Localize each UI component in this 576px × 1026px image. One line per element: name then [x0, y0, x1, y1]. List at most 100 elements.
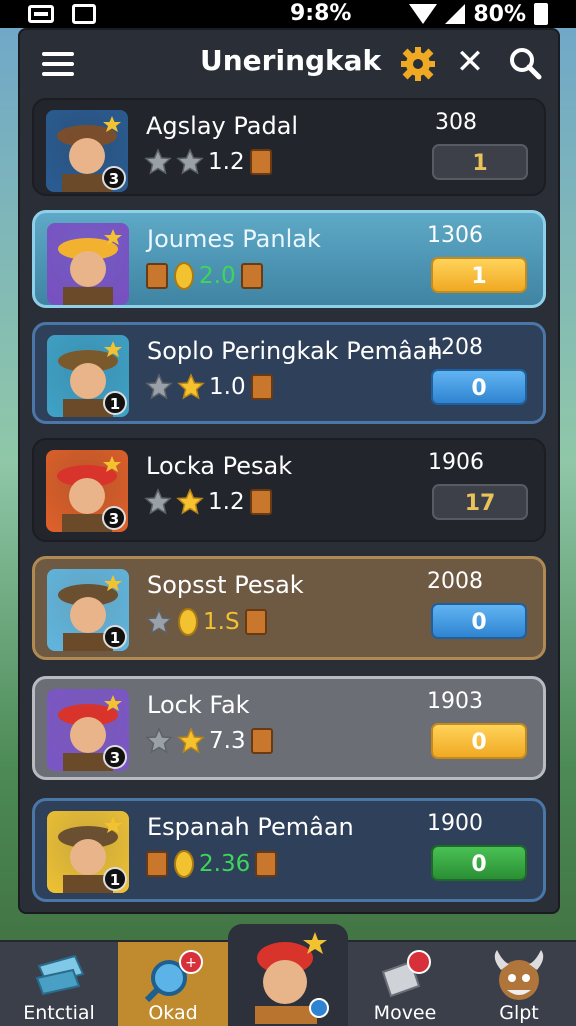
- badge-card-icon: [240, 263, 263, 289]
- player-stats: 2.0: [145, 261, 264, 291]
- coin-icon: [178, 608, 198, 636]
- player-rating: 1.2: [208, 149, 245, 175]
- stack-icon: [35, 954, 85, 996]
- page-title: Uneringkak: [200, 44, 382, 77]
- player-stats: 7.3: [145, 727, 274, 755]
- nav-item-profile[interactable]: [228, 924, 348, 1026]
- window-icon: [72, 4, 96, 24]
- player-avatar: [47, 223, 129, 305]
- avatar-icon: [255, 932, 329, 1024]
- nav-label: Okad: [148, 1002, 198, 1024]
- player-rating: 1.0: [209, 374, 246, 400]
- silver-star-icon: [145, 727, 173, 754]
- player-name: Sopsst Pesak: [147, 571, 304, 599]
- player-row[interactable]: 1 Espanah Pemâan 2.36 1900 0: [32, 798, 546, 902]
- player-stats: 1.S: [145, 607, 268, 637]
- badge-card-icon: [255, 851, 278, 877]
- close-icon[interactable]: ✕: [454, 45, 486, 79]
- toolbox-icon: [381, 950, 431, 998]
- gold-star-icon: [177, 727, 205, 754]
- player-rating: 1.2: [208, 489, 245, 515]
- battery-icon: [534, 3, 548, 25]
- player-row[interactable]: 1 Soplo Peringkak Pemâan 1.0 1208 0: [32, 322, 546, 424]
- badge-card-icon: [146, 263, 168, 289]
- gold-star-icon: [177, 373, 205, 400]
- silver-star-icon: [145, 373, 173, 400]
- battery-percent: 80%: [473, 1, 526, 27]
- player-name: Joumes Panlak: [147, 225, 321, 253]
- badge-card-icon: [249, 149, 272, 175]
- player-name: Soplo Peringkak Pemâan: [147, 337, 443, 365]
- player-value-button[interactable]: 1: [432, 144, 528, 180]
- player-stats: 1.2: [144, 488, 273, 516]
- badge-card-icon: [250, 728, 273, 754]
- player-value-button[interactable]: 0: [431, 723, 527, 759]
- player-name: Locka Pesak: [146, 452, 293, 480]
- player-value-button[interactable]: 0: [431, 369, 527, 405]
- player-value-button[interactable]: 0: [431, 603, 527, 639]
- rank-badge: 3: [103, 745, 127, 769]
- player-rating: 1.S: [203, 609, 240, 635]
- coin-icon: [174, 262, 194, 290]
- search-icon[interactable]: [508, 46, 542, 80]
- coin-icon: [174, 850, 194, 878]
- rank-badge: 1: [103, 625, 127, 649]
- player-stats: 2.36: [145, 849, 278, 879]
- player-value-button[interactable]: 17: [432, 484, 528, 520]
- rank-badge: 3: [102, 506, 126, 530]
- player-score: 308: [435, 110, 477, 135]
- rank-badge: 3: [102, 166, 126, 190]
- player-name: Espanah Pemâan: [147, 813, 354, 841]
- status-time: 9:8%: [290, 1, 352, 26]
- nav-label: Entctial: [23, 1002, 95, 1024]
- player-score: 1900: [427, 811, 483, 836]
- player-score: 1903: [427, 689, 483, 714]
- rank-badge: 1: [103, 391, 127, 415]
- nav-label: Movee: [373, 1002, 437, 1024]
- wifi-icon: [409, 4, 438, 24]
- player-stats: 1.2: [144, 148, 273, 176]
- player-score: 1208: [427, 335, 483, 360]
- nav-item-glpt[interactable]: Glpt: [462, 942, 576, 1026]
- viking-icon: [494, 950, 544, 1000]
- player-rating: 2.36: [199, 851, 251, 877]
- player-row[interactable]: 1 Sopsst Pesak 1.S 2008 0: [32, 556, 546, 660]
- bottom-navigation: Entctial + Okad Movee Glpt: [0, 924, 576, 1026]
- silver-star-icon: [176, 148, 204, 175]
- player-row[interactable]: Joumes Panlak 2.0 1306 1: [32, 210, 546, 308]
- player-value-button[interactable]: 0: [431, 845, 527, 881]
- player-rating: 7.3: [209, 728, 246, 754]
- gear-icon[interactable]: [400, 46, 436, 82]
- menu-icon[interactable]: [42, 52, 74, 76]
- badge-card-icon: [249, 489, 272, 515]
- player-stats: 1.0: [145, 373, 274, 401]
- player-score: 1306: [427, 223, 483, 248]
- player-value-button[interactable]: 1: [431, 257, 527, 293]
- nav-item-okad[interactable]: + Okad: [118, 942, 228, 1026]
- player-name: Agslay Padal: [146, 112, 299, 140]
- status-bar: 9:8% 80%: [0, 0, 576, 28]
- player-score: 1906: [428, 450, 484, 475]
- badge-card-icon: [244, 609, 267, 635]
- silver-star-icon: [144, 488, 172, 515]
- player-score: 2008: [427, 569, 483, 594]
- badge-card-icon: [146, 851, 168, 877]
- character-icon: [58, 229, 122, 305]
- player-row[interactable]: 3 Locka Pesak 1.2 1906 17: [32, 438, 546, 542]
- app-bar: Uneringkak ✕: [20, 30, 558, 96]
- player-row[interactable]: 3 Lock Fak 7.3 1903 0: [32, 676, 546, 780]
- nav-label: Glpt: [499, 1002, 539, 1024]
- player-row[interactable]: 3 Agslay Padal 1.2 308 1: [32, 98, 546, 196]
- player-name: Lock Fak: [147, 691, 250, 719]
- gold-star-icon: [176, 488, 204, 515]
- nav-item-entctial[interactable]: Entctial: [0, 942, 118, 1026]
- signal-icon: [445, 4, 466, 24]
- nav-item-movee[interactable]: Movee: [348, 942, 462, 1026]
- silver-star-icon: [145, 608, 173, 635]
- magnifier-icon: +: [144, 950, 203, 1002]
- badge-card-icon: [250, 374, 273, 400]
- notification-icon: [28, 5, 54, 23]
- player-rating: 2.0: [199, 263, 236, 289]
- svg-text:+: +: [185, 955, 197, 971]
- rank-badge: 1: [103, 867, 127, 891]
